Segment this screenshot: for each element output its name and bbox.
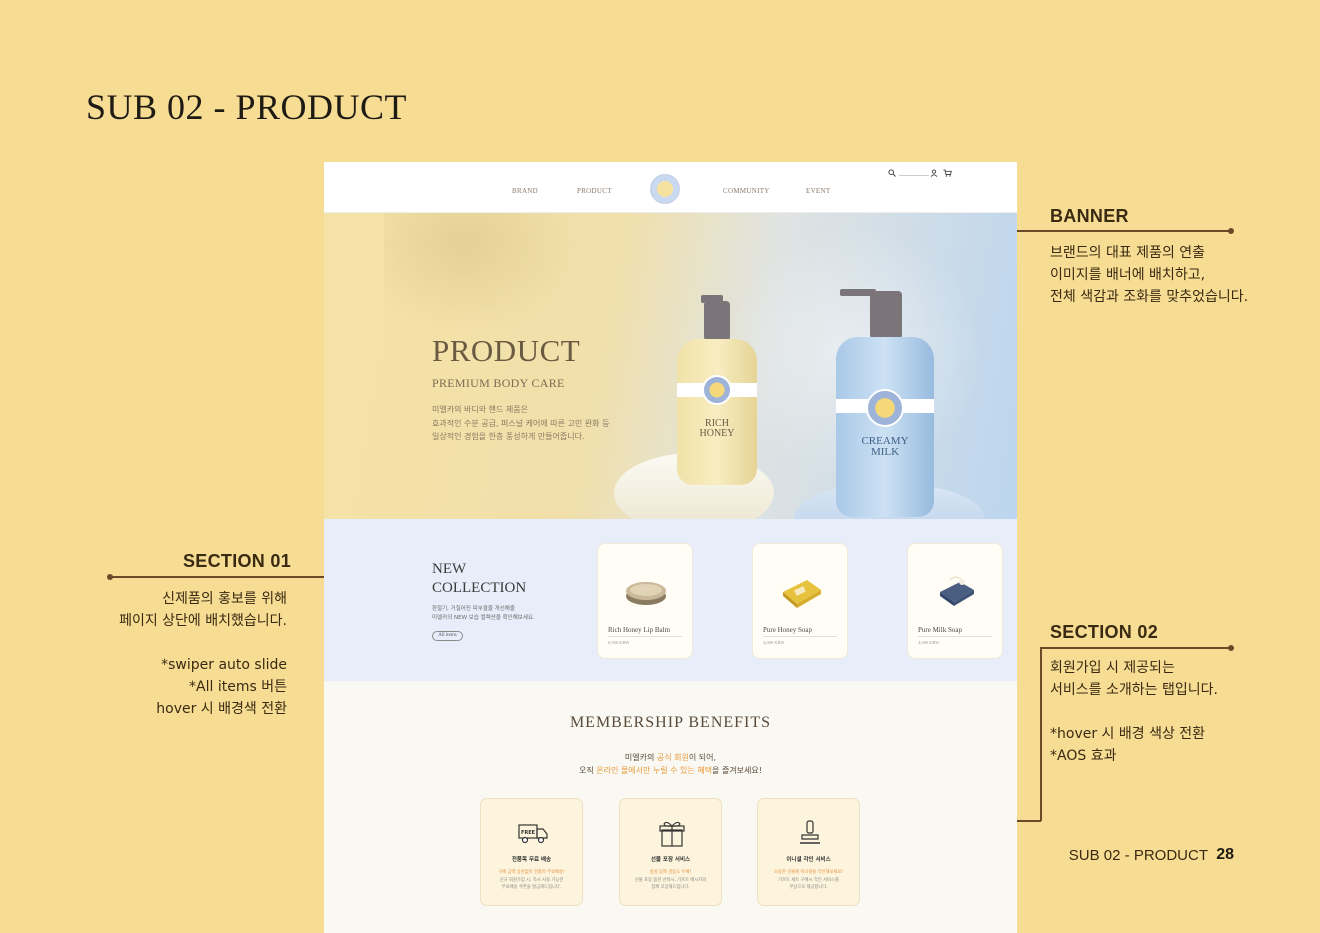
creamy-milk-label: CREAMY MILK	[861, 435, 909, 458]
benefit-name: 이니셜 각인 서비스	[786, 857, 831, 863]
new-collection-title: NEW COLLECTION	[432, 561, 527, 596]
page-title: SUB 02 - PRODUCT	[86, 87, 408, 127]
section02-connector-dot	[1228, 645, 1234, 651]
product-price: 6,500 KRW	[608, 640, 630, 645]
bottle-seal	[702, 375, 732, 405]
user-icon[interactable]	[930, 169, 938, 177]
nav-link-brand[interactable]: BRAND	[512, 187, 538, 195]
benefit-name: 선물 포장 서비스	[650, 857, 691, 863]
product-price: 4,000 KRW	[918, 640, 940, 645]
rich-honey-label: RICH HONEY	[699, 418, 735, 439]
section01-connector-line	[110, 576, 324, 578]
benefit-card[interactable]: 이니셜 각인 서비스 소중한 선물에 이니셜을 각인해보세요! 기프트 세트 구…	[757, 798, 860, 906]
intro-text: 이 되어,	[688, 753, 717, 762]
bottle-body	[836, 337, 934, 517]
benefit-description: 선물 포장 옵션 선택시, 기프트 메시지와 함께 포장해드립니다.	[634, 878, 707, 890]
top-nav: BRAND PRODUCT COMMUNITY EVENT	[324, 162, 1017, 213]
banner-annotation-title: BANNER	[1050, 206, 1129, 226]
bottle-neck	[704, 301, 730, 341]
product-name: Pure Milk Soap	[918, 626, 962, 634]
creamy-milk-bottle: CREAMY MILK	[836, 289, 934, 517]
membership-intro-line2: 오직 온라인 몰에서만 누릴 수 있는 혜택을 즐겨보세요!	[324, 765, 1017, 776]
footer-label: SUB 02 - PRODUCT	[1068, 847, 1208, 864]
banner-description: 미엘카의 바디와 핸드 제품은 효과적인 수분 공급, 퍼스널 케어에 따른 고…	[432, 405, 610, 441]
benefit-card[interactable]: 선물 포장 서비스 정성 듬뿍 감동도 두배! 선물 포장 옵션 선택시, 기프…	[619, 798, 722, 906]
product-price: 4,000 KRW	[763, 640, 785, 645]
card-divider	[608, 636, 682, 637]
mielka-logo[interactable]	[650, 174, 680, 204]
product-card[interactable]: Rich Honey Lip Balm 6,500 KRW	[597, 543, 693, 659]
cart-icon[interactable]	[943, 169, 952, 177]
website-mockup: BRAND PRODUCT COMMUNITY EVENT RICH HONEY	[324, 162, 1017, 933]
product-card[interactable]: Pure Honey Soap 4,000 KRW	[752, 543, 848, 659]
product-name: Pure Honey Soap	[763, 626, 812, 634]
intro-text: 을 즐겨보세요!	[712, 766, 762, 775]
section01-annotation-text: 신제품의 홍보를 위해 페이지 상단에 배치했습니다. *swiper auto…	[119, 591, 287, 717]
card-divider	[763, 636, 837, 637]
search-input[interactable]	[899, 175, 929, 176]
banner-title: PRODUCT	[432, 333, 581, 368]
intro-highlight: 온라인 몰에서만 누릴 수 있는 혜택	[596, 766, 713, 775]
new-collection-section: NEW COLLECTION 환절기, 거칠어진 피부결을 개선해줄 미엘카의 …	[324, 519, 1017, 681]
lip-balm-tin-icon	[626, 582, 666, 605]
leaf-shadow	[384, 213, 584, 333]
benefit-description: 신규 회원가입 시, 즉시 사용 가능한 무료배송 쿠폰을 발급해드립니다.	[499, 878, 564, 890]
nav-link-event[interactable]: EVENT	[806, 187, 830, 195]
benefit-highlight: 소중한 선물에 이니셜을 각인해보세요!	[773, 870, 844, 875]
hero-banner: RICH HONEY CREAMY MILK PRODUCT PREMIUM B…	[324, 213, 1017, 519]
banner-connector-line	[1017, 230, 1231, 232]
product-card[interactable]: Pure Milk Soap 4,000 KRW	[907, 543, 1003, 659]
banner-annotation-text: 브랜드의 대표 제품의 연출 이미지를 배너에 배치하고, 전체 색감과 조화를…	[1050, 245, 1249, 305]
banner-subtitle: PREMIUM BODY CARE	[432, 376, 565, 390]
benefit-card[interactable]: FREE 전품목 무료 배송 구매 금액 상관없이 전품목 무료배송! 신규 회…	[480, 798, 583, 906]
section02-annotation-text: 회원가입 시 제공되는 서비스를 소개하는 탭입니다. *hover 시 배경 …	[1050, 660, 1218, 764]
section02-connector-foot	[1017, 820, 1041, 822]
membership-section: MEMBERSHIP BENEFITS 미엘카의 공식 회원이 되어, 오직 온…	[324, 681, 1017, 933]
nav-link-product[interactable]: PRODUCT	[577, 187, 612, 195]
section01-annotation-title: SECTION 01	[183, 551, 292, 571]
search-icon[interactable]	[888, 169, 896, 177]
banner-connector-dot	[1228, 228, 1234, 234]
card-divider	[918, 636, 992, 637]
free-delivery-truck-icon: FREE	[518, 824, 548, 844]
all-items-button[interactable]: All items	[432, 631, 463, 641]
gift-box-icon	[659, 821, 685, 847]
benefit-highlight: 구매 금액 상관없이 전품목 무료배송!	[498, 870, 565, 875]
rich-honey-bottle: RICH HONEY	[677, 295, 757, 485]
section01-connector-dot	[107, 574, 113, 580]
stamp-icon	[800, 820, 820, 844]
product-name: Rich Honey Lip Balm	[608, 626, 671, 634]
intro-highlight: 공식 회원	[656, 753, 689, 762]
benefit-name: 전품목 무료 배송	[511, 857, 552, 863]
section02-connector-line	[1040, 647, 1231, 649]
intro-text: 미엘카의	[624, 753, 657, 762]
bottle-body	[677, 339, 757, 485]
section02-annotation-title: SECTION 02	[1050, 622, 1159, 642]
section02-connector-vertical	[1040, 647, 1042, 821]
benefit-description: 기프트 세트 구매시 각인 서비스를 무상으로 제공합니다.	[778, 878, 839, 890]
bottle-seal	[866, 389, 904, 427]
intro-text: 오직	[579, 766, 597, 775]
membership-title: MEMBERSHIP BENEFITS	[569, 714, 772, 731]
page-number: 28	[1216, 846, 1234, 863]
milk-soap-icon	[940, 576, 974, 606]
bottle-neck	[870, 291, 902, 339]
free-badge-text: FREE	[521, 830, 536, 836]
benefit-highlight: 정성 듬뿍 감동도 두배!	[649, 870, 692, 875]
nav-link-community[interactable]: COMMUNITY	[723, 187, 770, 195]
honey-soap-icon	[783, 580, 821, 608]
new-collection-description: 환절기, 거칠어진 피부결을 개선해줄 미엘카의 NEW 보습 컬렉션을 확인해…	[432, 606, 535, 621]
membership-intro-line1: 미엘카의 공식 회원이 되어,	[324, 752, 1017, 763]
